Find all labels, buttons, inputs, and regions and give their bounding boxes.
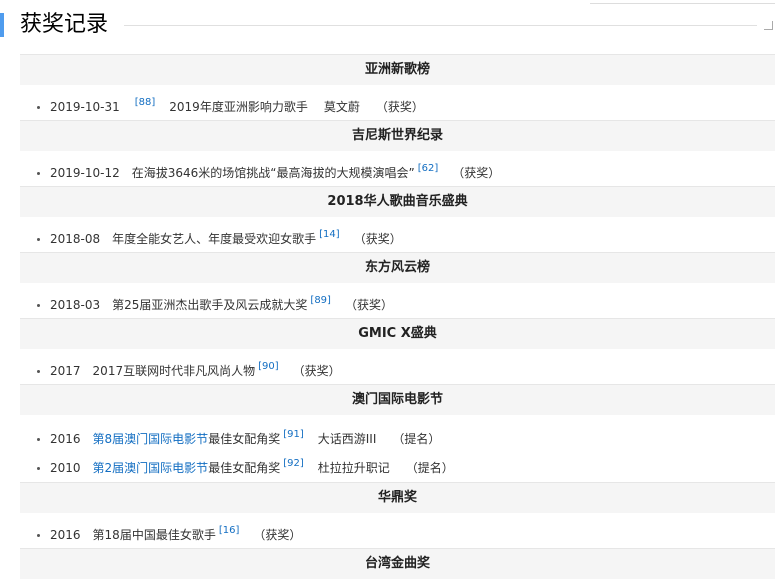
awards-table: 亚洲新歌榜 2019-10-31 [88] 2019年度亚洲影响力歌手 莫文蔚 （获奖） 吉…	[20, 54, 775, 579]
section-header: 获奖记录	[0, 10, 775, 40]
award-date: 2016	[50, 528, 81, 542]
reference-link[interactable]: [90]	[258, 361, 279, 372]
top-edge-divider	[590, 0, 775, 4]
award-date: 2018-03	[50, 298, 101, 312]
award-row: 2019-10-12 在海拔3646米的场馆挑战“最高海拔的大规模演唱会” [62]…	[20, 151, 775, 186]
award-status: （提名）	[405, 461, 454, 475]
award-row: 2017 2017互联网时代非凡风尚人物 [90] （获奖）	[20, 349, 775, 384]
bullet-icon	[37, 172, 40, 175]
award-status: （获奖）	[292, 364, 341, 378]
award-row: 2018-03 第25届亚洲杰出歌手及风云成就大奖 [89] （获奖）	[20, 283, 775, 318]
award-date: 2019-10-12	[50, 166, 120, 180]
award-date: 2019-10-31	[50, 100, 120, 114]
bullet-icon	[37, 467, 40, 470]
title-accent-bar	[0, 13, 4, 37]
category-header: 2018华人歌曲音乐盛典	[20, 186, 775, 217]
award-status: （提名）	[392, 432, 441, 446]
reference-link[interactable]: [16]	[219, 525, 240, 536]
award-work: 杜拉拉升职记	[317, 461, 390, 475]
award-status: （获奖）	[452, 166, 501, 180]
bullet-icon	[37, 106, 40, 109]
award-name: 年度全能女艺人、年度最受欢迎女歌手	[112, 232, 317, 246]
award-name: 2019年度亚洲影响力歌手	[169, 100, 308, 114]
award-date: 2018-08	[50, 232, 101, 246]
category-header: GMIC X盛典	[20, 318, 775, 349]
reference-link[interactable]: [88]	[135, 97, 156, 108]
category-header: 华鼎奖	[20, 482, 775, 513]
award-name: 在海拔3646米的场馆挑战“最高海拔的大规模演唱会”	[131, 166, 415, 180]
title-divider	[124, 25, 757, 26]
category-header: 亚洲新歌榜	[20, 54, 775, 85]
category-header: 澳门国际电影节	[20, 384, 775, 415]
reference-link[interactable]: [91]	[283, 429, 304, 440]
award-name: 第18届中国最佳女歌手	[92, 528, 216, 542]
category-header: 东方风云榜	[20, 252, 775, 283]
reference-link[interactable]: [89]	[310, 295, 331, 306]
award-row: 2010 第2届澳门国际电影节最佳女配角奖 [92] 杜拉拉升职记 （提名）	[20, 449, 775, 478]
festival-link[interactable]: 第8届澳门国际电影节	[93, 432, 209, 446]
reference-link[interactable]: [92]	[283, 458, 304, 469]
award-name: 第25届亚洲杰出歌手及风云成就大奖	[112, 298, 308, 312]
award-date: 2017	[50, 364, 81, 378]
edit-icon[interactable]	[764, 21, 773, 30]
award-status: （获奖）	[253, 528, 302, 542]
award-status: （获奖）	[375, 100, 424, 114]
reference-link[interactable]: [14]	[319, 229, 340, 240]
bullet-icon	[37, 304, 40, 307]
category-header: 吉尼斯世界纪录	[20, 120, 775, 151]
award-work: 莫文蔚	[323, 100, 360, 114]
award-row: 2018-08 年度全能女艺人、年度最受欢迎女歌手 [14] （获奖）	[20, 217, 775, 252]
award-status: （获奖）	[344, 298, 393, 312]
award-date: 2010	[50, 461, 81, 475]
bullet-icon	[37, 534, 40, 537]
award-row: 2016 第18届中国最佳女歌手 [16] （获奖）	[20, 513, 775, 548]
award-row: 2016 第8届澳门国际电影节最佳女配角奖 [91] 大话西游III （提名）	[20, 420, 775, 449]
bullet-icon	[37, 238, 40, 241]
bullet-icon	[37, 438, 40, 441]
category-header: 台湾金曲奖	[20, 548, 775, 579]
page-title: 获奖记录	[20, 12, 109, 37]
award-row: 2019-10-31 [88] 2019年度亚洲影响力歌手 莫文蔚 （获奖）	[20, 85, 775, 120]
festival-link[interactable]: 第2届澳门国际电影节	[93, 461, 209, 475]
award-name: 2017互联网时代非凡风尚人物	[92, 364, 256, 378]
awards-page: 获奖记录 亚洲新歌榜 2019-10-31 [88] 2019年度亚洲影响力歌手 莫文蔚…	[0, 0, 775, 579]
bullet-icon	[37, 370, 40, 373]
reference-link[interactable]: [62]	[418, 163, 439, 174]
award-work: 大话西游III	[317, 432, 377, 446]
award-name: 最佳女配角奖	[208, 461, 281, 475]
award-status: （获奖）	[353, 232, 402, 246]
award-name: 最佳女配角奖	[208, 432, 281, 446]
